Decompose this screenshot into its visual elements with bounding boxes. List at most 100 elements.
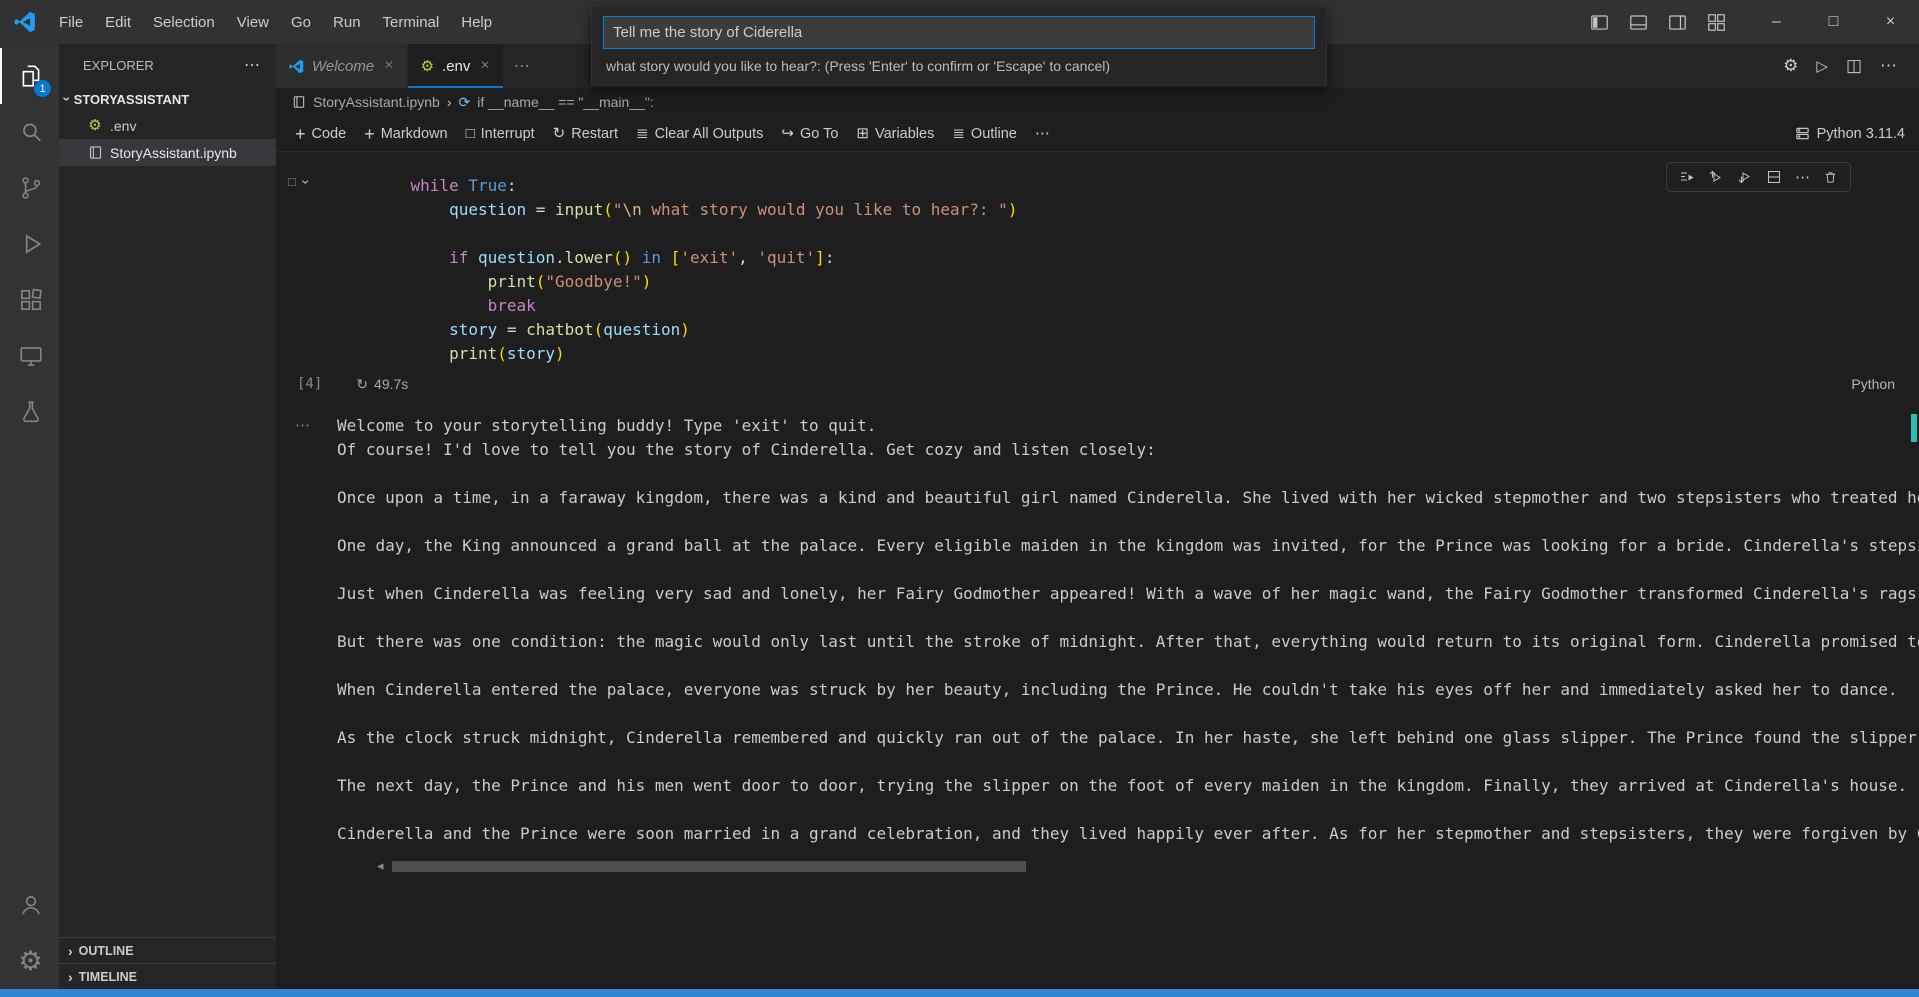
- sidebar-more-actions-icon[interactable]: ⋯: [240, 55, 264, 75]
- notebook-icon: [292, 95, 306, 109]
- titlebar-controls: – □ ×: [1582, 0, 1919, 44]
- run-by-line-icon[interactable]: [1674, 167, 1700, 187]
- go-to-icon: ↪: [781, 125, 794, 142]
- menu-terminal[interactable]: Terminal: [372, 9, 451, 36]
- outline-button[interactable]: ≣ Outline: [943, 122, 1026, 146]
- quick-input-widget: what story would you like to hear?: (Pre…: [591, 6, 1327, 86]
- settings-gear-icon[interactable]: ⚙: [0, 933, 59, 989]
- explorer-sidebar: EXPLORER ⋯ › STORYASSISTANT ⚙ .env Story…: [59, 44, 276, 989]
- kernel-icon: [1795, 126, 1810, 141]
- variables-button[interactable]: ⊞ Variables: [847, 122, 943, 146]
- chevron-right-icon: ›: [446, 94, 452, 110]
- minimize-button[interactable]: –: [1748, 0, 1805, 44]
- add-markdown-cell-button[interactable]: + Markdown: [355, 121, 456, 147]
- toggle-panel-icon[interactable]: [1621, 7, 1656, 38]
- restart-button[interactable]: ↻ Restart: [544, 122, 627, 146]
- extensions-icon[interactable]: [0, 272, 59, 328]
- close-button[interactable]: ×: [1862, 0, 1919, 44]
- delete-cell-icon[interactable]: [1818, 168, 1843, 187]
- split-editor-icon[interactable]: ◫: [1838, 52, 1870, 80]
- testing-icon[interactable]: [0, 384, 59, 440]
- file-item-env[interactable]: ⚙ .env: [59, 112, 276, 139]
- execution-count: [4]: [297, 376, 323, 392]
- toolbar-more-actions-icon[interactable]: ⋯: [1026, 122, 1059, 145]
- menu-edit[interactable]: Edit: [94, 9, 142, 36]
- quick-input-field[interactable]: [603, 16, 1315, 49]
- breadcrumb-symbol[interactable]: if __name__ == "__main__":: [477, 94, 654, 110]
- chevron-down-icon[interactable]: ›: [298, 179, 314, 184]
- editor-area: Welcome × ⚙ .env × ⋯ ⚙ ▷ ◫ ⋯ StoryAssist…: [276, 44, 1919, 989]
- folder-section-storyassistant[interactable]: › STORYASSISTANT: [59, 86, 276, 112]
- file-name: .env: [110, 117, 137, 134]
- more-tabs-icon[interactable]: ⋯: [504, 44, 540, 88]
- close-tab-icon[interactable]: ×: [384, 57, 393, 75]
- accounts-icon[interactable]: [0, 877, 59, 933]
- execute-above-icon[interactable]: [1703, 167, 1729, 187]
- breadcrumb-file[interactable]: StoryAssistant.ipynb: [313, 94, 440, 110]
- cell-more-actions-icon[interactable]: ⋯: [1790, 168, 1815, 187]
- interrupt-icon: □: [465, 125, 475, 142]
- maximize-button[interactable]: □: [1805, 0, 1862, 44]
- explorer-badge: 1: [34, 80, 51, 97]
- status-bar: [0, 989, 1919, 997]
- menu-run[interactable]: Run: [322, 9, 372, 36]
- source-control-icon[interactable]: [0, 160, 59, 216]
- output-text: Welcome to your storytelling buddy! Type…: [337, 416, 1919, 843]
- overview-ruler-marker: [1911, 414, 1917, 442]
- code-lines[interactable]: while True: question = input("\n what st…: [372, 174, 1919, 366]
- clear-all-outputs-button[interactable]: ≣ Clear All Outputs: [627, 122, 772, 146]
- editor-more-actions-icon[interactable]: ⋯: [1872, 52, 1905, 80]
- file-item-storyassistant-ipynb[interactable]: StoryAssistant.ipynb: [59, 139, 276, 166]
- cell-language[interactable]: Python: [1851, 376, 1895, 392]
- notebook-content: □ › while True: question = input("\n wha…: [276, 152, 1919, 989]
- menu-help[interactable]: Help: [450, 9, 503, 36]
- menu-selection[interactable]: Selection: [142, 9, 226, 36]
- menu-view[interactable]: View: [226, 9, 280, 36]
- tab-env[interactable]: ⚙ .env ×: [407, 44, 504, 88]
- restart-icon: ↻: [552, 125, 566, 142]
- quick-input-prompt: what story would you like to hear?: (Pre…: [606, 58, 1111, 74]
- breadcrumb: StoryAssistant.ipynb › ⟳ if __name__ == …: [276, 88, 1919, 116]
- customize-layout-icon[interactable]: [1699, 7, 1734, 38]
- plus-icon: +: [295, 123, 306, 144]
- editor-settings-icon[interactable]: ⚙: [1775, 52, 1806, 80]
- output-collapse-icon[interactable]: ⋯: [295, 416, 310, 434]
- toggle-sidebar-icon[interactable]: [1582, 7, 1617, 38]
- output-horizontal-scrollbar[interactable]: ◂: [377, 858, 1919, 872]
- search-icon[interactable]: [0, 104, 59, 160]
- menu-file[interactable]: File: [48, 9, 94, 36]
- remote-explorer-icon[interactable]: [0, 328, 59, 384]
- chevron-right-icon: ›: [68, 968, 73, 985]
- scroll-left-icon[interactable]: ◂: [377, 858, 384, 872]
- kernel-label: Python 3.11.4: [1816, 125, 1905, 142]
- cell-collapse-icon[interactable]: □: [288, 174, 296, 189]
- menu-go[interactable]: Go: [280, 9, 322, 36]
- split-cell-icon[interactable]: [1761, 167, 1787, 187]
- execution-status-icon: ↻: [356, 375, 369, 392]
- outline-icon: ≣: [952, 125, 965, 142]
- gear-icon: ⚙: [420, 57, 435, 75]
- sidebar-header: EXPLORER ⋯: [59, 44, 276, 86]
- toggle-secondary-sidebar-icon[interactable]: [1660, 7, 1695, 38]
- run-and-debug-icon[interactable]: [0, 216, 59, 272]
- execution-duration: 49.7s: [374, 376, 409, 392]
- symbol-icon: ⟳: [458, 93, 471, 110]
- code-cell: □ › while True: question = input("\n wha…: [276, 152, 1919, 366]
- kernel-picker[interactable]: Python 3.11.4: [1795, 126, 1905, 142]
- tab-welcome[interactable]: Welcome ×: [276, 44, 408, 88]
- menubar: File Edit Selection View Go Run Terminal…: [48, 9, 503, 36]
- execute-below-icon[interactable]: [1732, 167, 1758, 187]
- run-all-icon[interactable]: ▷: [1808, 53, 1836, 79]
- add-code-cell-button[interactable]: + Code: [286, 121, 355, 147]
- file-name: StoryAssistant.ipynb: [110, 144, 237, 161]
- go-to-button[interactable]: ↪ Go To: [772, 122, 847, 146]
- close-tab-icon[interactable]: ×: [480, 57, 489, 75]
- explorer-icon[interactable]: 1: [0, 48, 59, 104]
- notebook-toolbar: + Code + Markdown □ Interrupt ↻ Restart …: [276, 116, 1919, 152]
- timeline-label: TIMELINE: [78, 969, 138, 984]
- vscode-icon: [289, 59, 304, 74]
- timeline-section[interactable]: › TIMELINE: [59, 963, 276, 989]
- interrupt-button[interactable]: □ Interrupt: [457, 122, 544, 146]
- outline-section[interactable]: › OUTLINE: [59, 937, 276, 963]
- scrollbar-thumb[interactable]: [391, 860, 1026, 872]
